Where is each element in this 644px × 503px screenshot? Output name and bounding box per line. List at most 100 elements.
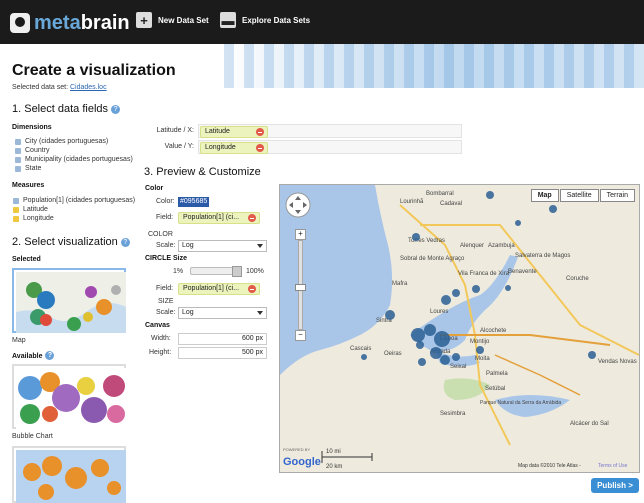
map-city-label: Alenquer	[460, 243, 484, 249]
color-field-pill[interactable]: Population[1] (ci...	[178, 212, 260, 224]
map-type-satellite[interactable]: Satellite	[559, 189, 599, 202]
map-city-label: Mafra	[392, 281, 408, 287]
measure-item[interactable]: Longitude	[13, 214, 135, 223]
brain-logo-icon	[10, 13, 30, 33]
zoom-out-icon[interactable]: −	[295, 330, 306, 341]
bubble-chart-image	[16, 368, 126, 429]
available-title: Available?	[12, 351, 55, 360]
dimension-icon	[15, 147, 21, 154]
dimensions-title: Dimensions	[12, 124, 52, 131]
zoom-in-icon[interactable]: +	[295, 229, 306, 240]
map-city-label: Lourinhã	[400, 199, 424, 205]
slider-max-label: 100%	[246, 268, 264, 275]
remove-icon[interactable]	[248, 214, 256, 222]
width-label: Width:	[151, 335, 171, 342]
dimension-icon	[15, 138, 21, 145]
remove-icon[interactable]	[248, 285, 256, 293]
map-city-label: Parque Natural da Serra da Arrábida	[480, 400, 561, 406]
zoom-slider-handle[interactable]	[295, 284, 306, 291]
nav-label: Explore Data Sets	[242, 15, 311, 25]
width-input[interactable]: 600 px	[178, 333, 267, 345]
map-city-label: Salvaterra de Magos	[515, 253, 570, 259]
map-zoom-control[interactable]: + −	[295, 229, 306, 341]
map-preview[interactable]: Lourinhã Bombarral Cadaval Torres Vedras…	[279, 184, 640, 473]
help-icon[interactable]: ?	[120, 238, 130, 247]
map-city-label: Loures	[430, 309, 448, 315]
dimension-item[interactable]: Municipality (cidades portuguesas)	[15, 155, 133, 164]
map-pan-control[interactable]	[285, 192, 311, 218]
map-type-terrain[interactable]: Terrain	[599, 189, 635, 202]
measures-list: Population[1] (cidades portuguesas) Lati…	[13, 196, 135, 223]
measures-title: Measures	[12, 182, 45, 189]
packed-bubble-thumbnail[interactable]	[12, 446, 126, 503]
map-city-label: Alcácer do Sal	[570, 421, 609, 427]
map-city-label: Palmela	[486, 371, 508, 377]
top-bar: meta brain + New Data Set ▬ Explore Data …	[0, 0, 644, 44]
dimension-icon	[15, 165, 21, 172]
map-city-label: Coruche	[566, 276, 589, 282]
map-canvas: Lourinhã Bombarral Cadaval Torres Vedras…	[280, 185, 639, 472]
selected-vis-name: Map	[12, 337, 26, 344]
y-field-pill[interactable]: Longitude	[200, 142, 268, 154]
section-select-data-fields: 1. Select data fields?	[12, 103, 121, 115]
terms-link[interactable]: Terms of Use	[598, 463, 628, 469]
map-attribution: Map data ©2010 Tele Atlas -	[518, 462, 581, 469]
nav-label: New Data Set	[158, 15, 209, 25]
remove-icon[interactable]	[256, 128, 264, 136]
dimensions-list: City (cidades portuguesas) Country Munic…	[15, 137, 133, 173]
map-city-label: Vendas Novas	[598, 359, 637, 365]
chevron-down-icon	[257, 311, 263, 315]
height-label: Height:	[149, 349, 172, 356]
height-input[interactable]: 500 px	[178, 347, 267, 359]
measure-item[interactable]: Latitude	[13, 205, 135, 214]
map-city-label: Setúbal	[485, 386, 505, 392]
map-city-label: Cascais	[350, 346, 371, 352]
slider-min-label: 1%	[173, 268, 184, 275]
measure-item[interactable]: Population[1] (cidades portuguesas)	[13, 196, 135, 205]
x-field-pill[interactable]: Latitude	[200, 126, 268, 138]
bubble-chart-name: Bubble Chart	[12, 433, 53, 440]
help-icon[interactable]: ?	[45, 351, 55, 360]
size-scale-group: SIZE	[158, 298, 174, 305]
color-scale-group: COLOR	[148, 231, 173, 238]
dimension-item[interactable]: State	[15, 164, 133, 173]
dataset-link[interactable]: Cidades.loc	[70, 84, 107, 91]
measure-checkbox[interactable]	[13, 215, 19, 222]
remove-icon[interactable]	[256, 144, 264, 152]
chevron-down-icon	[257, 244, 263, 248]
metabrain-logo[interactable]: meta brain	[10, 10, 130, 36]
nav-new-data-set[interactable]: + New Data Set	[136, 12, 209, 28]
svg-text:10 mi: 10 mi	[326, 449, 341, 455]
help-icon[interactable]: ?	[111, 105, 121, 114]
circle-size-slider[interactable]	[190, 266, 242, 277]
section-select-visualization: 2. Select visualization?	[12, 236, 130, 248]
map-city-label: Seixal	[450, 364, 466, 370]
map-type-map[interactable]: Map	[530, 189, 559, 202]
map-city-label: Sobral de Monte Agraço	[400, 256, 465, 262]
plus-icon: +	[136, 12, 152, 28]
measure-checkbox[interactable]	[13, 197, 19, 204]
color-field-label: Field:	[156, 214, 174, 221]
slider-handle[interactable]	[232, 266, 242, 277]
size-scale-select[interactable]: Log	[178, 307, 267, 319]
dimension-item[interactable]: City (cidades portuguesas)	[15, 137, 133, 146]
map-city-label: Azambuja	[488, 243, 515, 249]
google-logo: Google	[283, 456, 321, 468]
dimension-icon	[15, 156, 21, 163]
nav-explore-data-sets[interactable]: ▬ Explore Data Sets	[220, 12, 310, 28]
canvas-title: Canvas	[145, 322, 170, 329]
map-city-label: Montijo	[470, 339, 490, 345]
measure-checkbox[interactable]	[13, 206, 19, 213]
publish-button[interactable]: Publish >	[591, 478, 639, 493]
powered-by-text: POWERED BY	[283, 447, 310, 452]
selected-dataset: Selected data set: Cidades.loc	[12, 84, 107, 91]
map-city-label: Oeiras	[384, 351, 402, 357]
bubble-chart-thumbnail[interactable]	[12, 364, 126, 429]
dimension-item[interactable]: Country	[15, 146, 133, 155]
color-scale-select[interactable]: Log	[178, 240, 267, 252]
selected-title: Selected	[12, 256, 41, 263]
color-picker[interactable]: #095685	[178, 197, 210, 207]
y-axis-label: Value / Y:	[164, 143, 194, 150]
selected-map-thumbnail[interactable]	[12, 268, 126, 333]
size-field-pill[interactable]: Population[1] (ci...	[178, 283, 260, 295]
